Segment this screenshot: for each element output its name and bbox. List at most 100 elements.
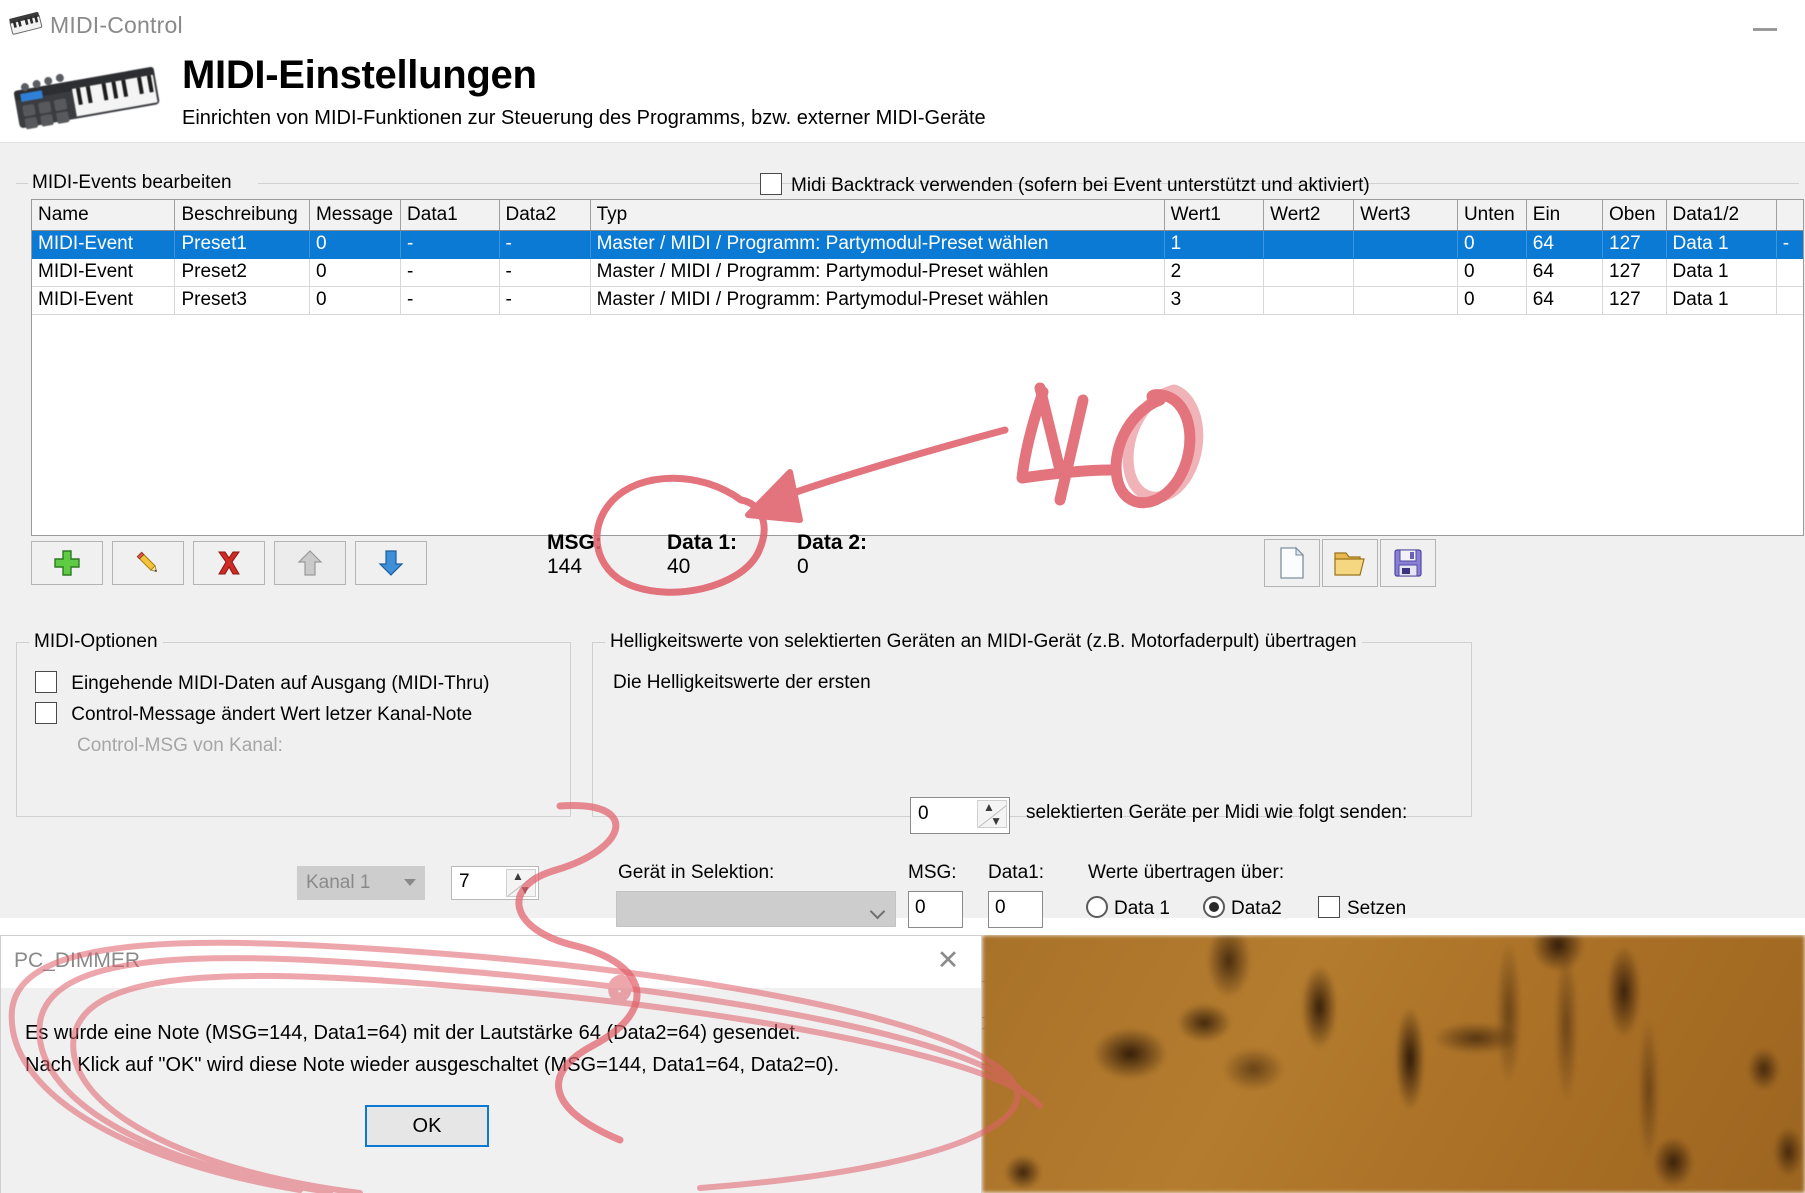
- col-beschreibung[interactable]: Beschreibung: [174, 200, 310, 231]
- col-name[interactable]: Name: [32, 200, 176, 231]
- dialog-ok-button[interactable]: OK: [365, 1105, 489, 1147]
- spinner-buttons[interactable]: ▲ ▼: [977, 800, 1007, 828]
- green-plus-icon: [54, 550, 80, 576]
- midi-events-table-container[interactable]: Name Beschreibung Message Data1 Data2 Ty…: [31, 199, 1804, 536]
- cell-name: MIDI-Event: [32, 258, 176, 287]
- data2-readout-value: 0: [797, 555, 809, 578]
- setzen-label: Setzen: [1347, 898, 1407, 919]
- cell-extra: -: [1776, 230, 1803, 259]
- new-file-button[interactable]: [1264, 539, 1320, 587]
- cell-name: MIDI-Event: [32, 286, 176, 315]
- cell-data1: -: [400, 258, 500, 287]
- spinner-up-icon[interactable]: ▲: [983, 801, 995, 813]
- cell-wert3: [1353, 230, 1458, 259]
- spinner-down-icon[interactable]: ▼: [519, 884, 531, 896]
- cell-oben: 127: [1602, 286, 1667, 315]
- cell-extra: [1776, 258, 1803, 287]
- table-row[interactable]: MIDI-Event Preset1 0 - - Master / MIDI /…: [32, 230, 1803, 259]
- pc-dimmer-dialog: PC_DIMMER ✕ Es wurde eine Note (MSG=144,…: [0, 935, 982, 1193]
- msg-readout: MSG: 144: [547, 531, 602, 579]
- minimize-button[interactable]: [1750, 20, 1780, 44]
- cell-typ: Master / MIDI / Programm: Partymodul-Pre…: [590, 258, 1165, 287]
- background-photo: [982, 935, 1805, 1193]
- cell-data2: -: [499, 286, 591, 315]
- brightness-line1-prefix: Die Helligkeitswerte der ersten: [613, 672, 871, 693]
- radio-data1-row[interactable]: Data 1: [1086, 896, 1170, 920]
- open-file-button[interactable]: [1322, 539, 1378, 587]
- setzen-checkbox-row[interactable]: Setzen: [1318, 896, 1406, 920]
- add-event-button[interactable]: [31, 541, 103, 585]
- wood-texture: [982, 935, 1805, 1193]
- backtrack-checkbox-row[interactable]: Midi Backtrack verwenden (sofern bei Eve…: [760, 173, 1370, 197]
- close-icon[interactable]: ✕: [933, 946, 963, 976]
- data1-readout-label: Data 1:: [667, 531, 738, 554]
- midi-options-group-title: MIDI-Optionen: [29, 631, 163, 653]
- setzen-checkbox[interactable]: [1318, 896, 1340, 918]
- data2-readout: Data 2: 0: [797, 531, 867, 579]
- table-row[interactable]: MIDI-Event Preset2 0 - - Master / MIDI /…: [32, 258, 1803, 287]
- device-selection-select[interactable]: [616, 891, 896, 927]
- save-file-button[interactable]: [1380, 539, 1436, 587]
- col-ein[interactable]: Ein: [1526, 200, 1604, 231]
- delete-event-button[interactable]: [193, 541, 265, 585]
- col-wert3[interactable]: Wert3: [1353, 200, 1458, 231]
- cell-wert2: [1263, 258, 1355, 287]
- backtrack-checkbox[interactable]: [760, 173, 782, 195]
- col-wert2[interactable]: Wert2: [1263, 200, 1355, 231]
- cell-ein: 64: [1526, 230, 1604, 259]
- cell-oben: 127: [1602, 258, 1667, 287]
- cell-unten: 0: [1457, 258, 1527, 287]
- col-data12[interactable]: Data1/2: [1666, 200, 1777, 231]
- cell-name: MIDI-Event: [32, 230, 176, 259]
- cell-beschreibung: Preset3: [174, 286, 310, 315]
- cell-data12: Data 1: [1666, 258, 1777, 287]
- control-msg-channel-select[interactable]: Kanal 1: [297, 866, 425, 900]
- spinner-buttons[interactable]: ▲ ▼: [506, 869, 536, 897]
- midi-thru-checkbox[interactable]: [35, 671, 57, 693]
- window-title: MIDI-Control: [50, 12, 183, 38]
- control-msg-channel-label: Control-MSG von Kanal:: [77, 735, 283, 756]
- cell-data1: -: [400, 286, 500, 315]
- cell-message: 0: [309, 286, 402, 315]
- col-wert1[interactable]: Wert1: [1164, 200, 1265, 231]
- col-typ[interactable]: Typ: [590, 200, 1165, 231]
- page-subtitle: Einrichten von MIDI-Funktionen zur Steue…: [182, 107, 986, 129]
- msg-readout-label: MSG:: [547, 531, 602, 554]
- data2-readout-label: Data 2:: [797, 531, 868, 554]
- brightness-count-stepper[interactable]: 0 ▲ ▼: [910, 797, 1010, 834]
- brightness-data1-value: 0: [995, 897, 1006, 918]
- midi-thru-checkbox-row[interactable]: Eingehende MIDI-Daten auf Ausgang (MIDI-…: [35, 671, 490, 695]
- move-down-button[interactable]: [355, 541, 427, 585]
- control-message-checkbox[interactable]: [35, 702, 57, 724]
- table-row[interactable]: MIDI-Event Preset3 0 - - Master / MIDI /…: [32, 286, 1803, 315]
- cell-typ: Master / MIDI / Programm: Partymodul-Pre…: [590, 230, 1165, 259]
- cell-data12: Data 1: [1666, 230, 1777, 259]
- brightness-data1-input[interactable]: 0: [988, 891, 1043, 928]
- control-msg-channel-value: Kanal 1: [306, 872, 371, 893]
- move-up-button[interactable]: [274, 541, 346, 585]
- chevron-down-icon: [404, 879, 416, 886]
- edit-event-button[interactable]: [112, 541, 184, 585]
- col-message[interactable]: Message: [309, 200, 402, 231]
- brightness-msg-input[interactable]: 0: [908, 891, 963, 928]
- data1-readout: Data 1: 40: [667, 531, 737, 579]
- col-oben[interactable]: Oben: [1602, 200, 1667, 231]
- brightness-transfer-group: Helligkeitswerte von selektierten Geräte…: [592, 631, 1472, 817]
- control-msg-number-value: 7: [459, 871, 470, 892]
- spinner-down-icon[interactable]: ▼: [990, 815, 1002, 827]
- radio-data1[interactable]: [1086, 896, 1108, 918]
- spinner-up-icon[interactable]: ▲: [512, 870, 524, 882]
- radio-data2-row[interactable]: Data2: [1203, 896, 1282, 920]
- col-data2[interactable]: Data2: [499, 200, 591, 231]
- control-msg-number-stepper[interactable]: 7 ▲ ▼: [451, 866, 539, 900]
- midi-keyboard-icon: [8, 10, 44, 40]
- col-unten[interactable]: Unten: [1457, 200, 1527, 231]
- col-extra[interactable]: [1776, 200, 1803, 231]
- col-data1[interactable]: Data1: [400, 200, 500, 231]
- cell-data1: -: [400, 230, 500, 259]
- chevron-down-icon: [869, 903, 886, 920]
- radio-data2[interactable]: [1203, 896, 1225, 918]
- brightness-count-value: 0: [918, 803, 929, 824]
- cell-message: 0: [309, 258, 402, 287]
- control-message-checkbox-row[interactable]: Control-Message ändert Wert letzer Kanal…: [35, 702, 472, 726]
